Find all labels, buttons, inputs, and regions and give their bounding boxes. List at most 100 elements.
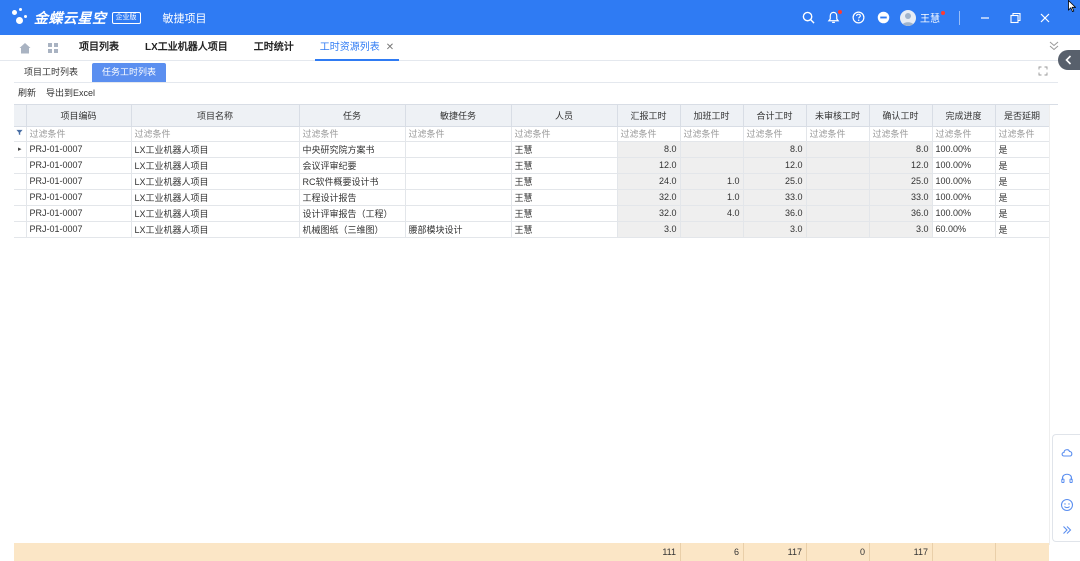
cloud-icon[interactable] [1060, 445, 1074, 459]
table-row[interactable]: PRJ-01-0007 LX工业机器人项目 设计评审报告（工程） 王慧 32.0 4.0 3… [14, 205, 1050, 222]
headset-icon[interactable] [1060, 471, 1074, 485]
cell-agile-task[interactable]: 腰部模块设计 [405, 221, 512, 238]
cell-project-name[interactable]: LX工业机器人项目 [131, 157, 300, 174]
tab-timesheet-resources[interactable]: 工时资源列表 ✕ [307, 35, 407, 61]
cell-unaudited-hours[interactable] [806, 221, 870, 238]
cell-project-code[interactable]: PRJ-01-0007 [26, 205, 132, 222]
cell-unaudited-hours[interactable] [806, 173, 870, 190]
cell-total-hours[interactable]: 36.0 [743, 205, 807, 222]
filter-icon[interactable] [14, 126, 27, 142]
cell-delayed[interactable]: 是 [995, 173, 1050, 190]
filter-input[interactable]: 过滤条件 [405, 126, 512, 142]
cell-progress[interactable]: 100.00% [932, 205, 996, 222]
brand-logo[interactable]: 金蝶云星空 企业版 [10, 7, 141, 29]
cell-reported-hours[interactable]: 32.0 [617, 189, 681, 206]
cell-confirmed-hours[interactable]: 25.0 [869, 173, 933, 190]
col-delayed[interactable]: 是否延期 [995, 105, 1050, 127]
cell-overtime-hours[interactable]: 4.0 [680, 205, 744, 222]
col-total-hours[interactable]: 合计工时 [743, 105, 807, 127]
smile-icon[interactable] [1060, 498, 1074, 512]
cell-overtime-hours[interactable] [680, 221, 744, 238]
cell-progress[interactable]: 100.00% [932, 189, 996, 206]
subtab-project-hours[interactable]: 项目工时列表 [14, 63, 88, 82]
col-project-code[interactable]: 项目编码 [26, 105, 132, 127]
cell-progress[interactable]: 100.00% [932, 173, 996, 190]
col-reported-hours[interactable]: 汇报工时 [617, 105, 681, 127]
cell-project-code[interactable]: PRJ-01-0007 [26, 173, 132, 190]
tab-project-list[interactable]: 项目列表 [66, 35, 132, 61]
cell-total-hours[interactable]: 25.0 [743, 173, 807, 190]
filter-input[interactable]: 过滤条件 [26, 126, 132, 142]
cell-reported-hours[interactable]: 32.0 [617, 205, 681, 222]
cell-confirmed-hours[interactable]: 36.0 [869, 205, 933, 222]
cell-project-name[interactable]: LX工业机器人项目 [131, 173, 300, 190]
help-icon[interactable] [852, 11, 865, 24]
cell-person[interactable]: 王慧 [511, 189, 618, 206]
cell-task[interactable]: RC软件概要设计书 [299, 173, 406, 190]
cell-confirmed-hours[interactable]: 3.0 [869, 221, 933, 238]
table-row[interactable]: PRJ-01-0007 LX工业机器人项目 RC软件概要设计书 王慧 24.0 1.0 25… [14, 173, 1050, 190]
cell-confirmed-hours[interactable]: 12.0 [869, 157, 933, 174]
cell-person[interactable]: 王慧 [511, 141, 618, 158]
cell-progress[interactable]: 100.00% [932, 157, 996, 174]
cell-confirmed-hours[interactable]: 33.0 [869, 189, 933, 206]
cell-project-name[interactable]: LX工业机器人项目 [131, 205, 300, 222]
col-overtime-hours[interactable]: 加班工时 [680, 105, 744, 127]
cell-agile-task[interactable] [405, 173, 512, 190]
cell-task[interactable]: 工程设计报告 [299, 189, 406, 206]
table-row[interactable]: PRJ-01-0007 LX工业机器人项目 会议评审纪要 王慧 12.0 12.0 12.0… [14, 157, 1050, 174]
cell-delayed[interactable]: 是 [995, 141, 1050, 158]
cell-agile-task[interactable] [405, 141, 512, 158]
cell-progress[interactable]: 100.00% [932, 141, 996, 158]
filter-input[interactable]: 过滤条件 [299, 126, 406, 142]
cell-project-code[interactable]: PRJ-01-0007 [26, 157, 132, 174]
cell-overtime-hours[interactable]: 1.0 [680, 173, 744, 190]
subtab-task-hours[interactable]: 任务工时列表 [92, 63, 167, 82]
cell-delayed[interactable]: 是 [995, 189, 1050, 206]
row-indicator[interactable] [14, 189, 27, 206]
cell-person[interactable]: 王慧 [511, 221, 618, 238]
cell-task[interactable]: 机械图纸（三维图） [299, 221, 406, 238]
avatar[interactable] [900, 9, 916, 26]
filter-input[interactable]: 过滤条件 [131, 126, 300, 142]
col-unaudited-hours[interactable]: 未审核工时 [806, 105, 870, 127]
cell-agile-task[interactable] [405, 205, 512, 222]
fullscreen-icon[interactable] [1038, 66, 1048, 76]
col-confirmed-hours[interactable]: 确认工时 [869, 105, 933, 127]
filter-input[interactable]: 过滤条件 [932, 126, 996, 142]
cell-reported-hours[interactable]: 12.0 [617, 157, 681, 174]
refresh-button[interactable]: 刷新 [18, 86, 36, 99]
cell-total-hours[interactable]: 8.0 [743, 141, 807, 158]
cell-person[interactable]: 王慧 [511, 157, 618, 174]
search-icon[interactable] [802, 11, 815, 24]
bell-icon[interactable] [827, 10, 842, 24]
cell-unaudited-hours[interactable] [806, 189, 870, 206]
cell-project-name[interactable]: LX工业机器人项目 [131, 189, 300, 206]
cell-reported-hours[interactable]: 3.0 [617, 221, 681, 238]
cell-overtime-hours[interactable] [680, 141, 744, 158]
cell-agile-task[interactable] [405, 157, 512, 174]
cell-reported-hours[interactable]: 8.0 [617, 141, 681, 158]
cell-agile-task[interactable] [405, 189, 512, 206]
cell-person[interactable]: 王慧 [511, 205, 618, 222]
filter-input[interactable]: 过滤条件 [617, 126, 681, 142]
table-row[interactable]: PRJ-01-0007 LX工业机器人项目 机械图纸（三维图） 腰部模块设计 王慧 3.0… [14, 221, 1050, 238]
restore-icon[interactable] [1008, 11, 1022, 25]
cell-overtime-hours[interactable]: 1.0 [680, 189, 744, 206]
user-name[interactable]: 王慧 [920, 10, 940, 25]
cell-unaudited-hours[interactable] [806, 141, 870, 158]
table-row[interactable]: ▸ PRJ-01-0007 LX工业机器人项目 中央研究院方案书 王慧 8.0 8.0 8.0… [14, 141, 1050, 158]
cell-task[interactable]: 设计评审报告（工程） [299, 205, 406, 222]
side-panel-toggle[interactable] [1058, 50, 1080, 70]
double-chevron-right-icon[interactable] [1060, 523, 1074, 537]
cell-reported-hours[interactable]: 24.0 [617, 173, 681, 190]
cell-confirmed-hours[interactable]: 8.0 [869, 141, 933, 158]
cell-delayed[interactable]: 是 [995, 221, 1050, 238]
cell-task[interactable]: 会议评审纪要 [299, 157, 406, 174]
col-progress[interactable]: 完成进度 [932, 105, 996, 127]
cell-project-name[interactable]: LX工业机器人项目 [131, 221, 300, 238]
cell-total-hours[interactable]: 3.0 [743, 221, 807, 238]
filter-input[interactable]: 过滤条件 [995, 126, 1050, 142]
app-name[interactable]: 敏捷项目 [163, 10, 207, 26]
filter-input[interactable]: 过滤条件 [680, 126, 744, 142]
